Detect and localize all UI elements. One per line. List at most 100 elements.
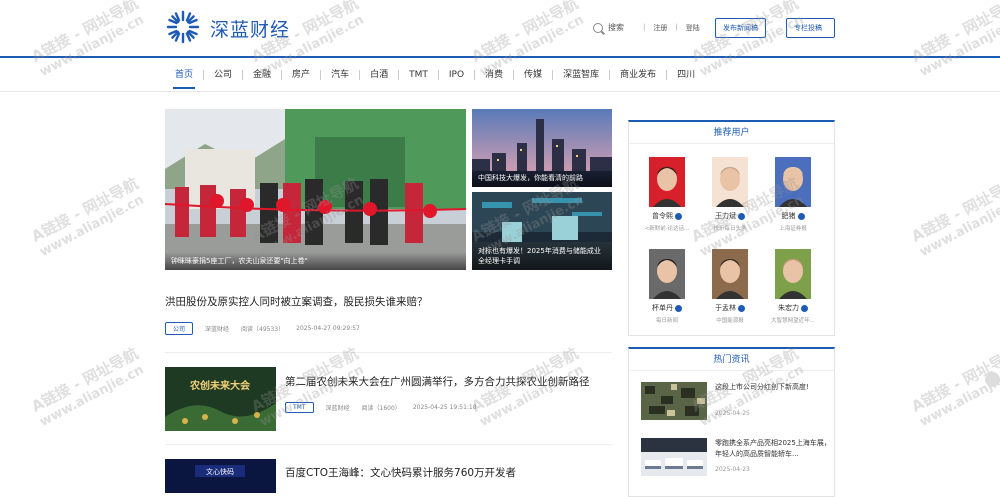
user-name-text: 于孟林 bbox=[715, 304, 736, 312]
nav-item[interactable]: 传媒 bbox=[514, 58, 552, 92]
article-source: 深蓝财经 bbox=[205, 326, 230, 333]
nav-item[interactable]: 公司 bbox=[204, 58, 242, 92]
verified-badge-icon bbox=[738, 304, 745, 312]
main-nav: 首页 公司 金融 房产 汽车 白酒 TMT IPO 消费 传媒 深蓝智库 商业发布 四川 bbox=[0, 56, 1000, 92]
avatar bbox=[775, 157, 811, 207]
article-title[interactable]: 百度CTO王海峰：文心快码累计服务760万开发者 bbox=[285, 465, 516, 480]
nav-item[interactable]: TMT bbox=[399, 58, 438, 92]
hero-side-caption-2: 对标也有爆发！2025年消费与储能成业全经理卡手调 bbox=[472, 242, 612, 270]
nav-item[interactable]: 汽车 bbox=[321, 58, 359, 92]
user-name: 肥猪 bbox=[763, 211, 823, 221]
article-date: 2025-04-27 09:29:57 bbox=[296, 325, 360, 332]
article-source: 深蓝财经 bbox=[325, 405, 350, 412]
verified-badge-icon bbox=[801, 304, 808, 312]
avatar bbox=[712, 249, 748, 299]
login-link[interactable]: 登陆 bbox=[686, 23, 700, 33]
recommended-user[interactable]: 朱宏力大智慧网望近年... bbox=[763, 249, 823, 324]
article-meta: 公司 深蓝财经 阅读（49533） 2025-04-27 09:29:57 bbox=[165, 322, 360, 335]
search-label: 搜索 bbox=[608, 23, 624, 32]
user-name-text: 曾令熙 bbox=[652, 212, 673, 220]
recommended-user[interactable]: 王力斌 快乐每日头条 bbox=[700, 157, 760, 232]
watermark-line: www.alianjie.cn bbox=[37, 192, 147, 260]
thumbnail-text: 农创未来大会 bbox=[189, 379, 250, 392]
user-name-text: 王力斌 bbox=[715, 212, 736, 220]
recommended-user[interactable]: 杯单丹 每日新闻 bbox=[637, 249, 697, 324]
user-organization: 快乐每日头条 bbox=[713, 226, 747, 232]
nav-item[interactable]: 金融 bbox=[243, 58, 281, 92]
avatar bbox=[775, 249, 811, 299]
user-organization: 中国能源报 bbox=[716, 318, 744, 324]
recommended-user[interactable]: 曾令熙 <新财前·论达话... bbox=[637, 157, 697, 232]
nav-item[interactable]: 房产 bbox=[282, 58, 320, 92]
user-name: 王力斌 bbox=[700, 211, 760, 221]
search-icon bbox=[593, 22, 603, 33]
avatar bbox=[712, 157, 748, 207]
article-date: 2025-04-25 19:51:18 bbox=[412, 404, 477, 411]
hot-news-item[interactable]: 零跑携全系产品亮相2025上海车展，年轻人的高品质智能轿车... 2025-04… bbox=[641, 438, 831, 478]
article-tag[interactable]: 公司 bbox=[165, 322, 194, 335]
watermark-line: www.alianjie.cn bbox=[37, 362, 147, 430]
auth-links: | 注册 | 登陆 bbox=[643, 23, 700, 33]
search-link[interactable]: 搜索 bbox=[593, 22, 624, 33]
article-thumbnail[interactable]: 农创未来大会 bbox=[165, 367, 276, 431]
hero-main-image bbox=[165, 109, 466, 270]
nav-item[interactable]: 商业发布 bbox=[610, 58, 666, 92]
separator: | bbox=[675, 23, 678, 31]
hero-side-story-1[interactable]: 中国科技大爆发，你能看清的前路 bbox=[472, 109, 612, 187]
article-thumbnail-image: 文心快码 bbox=[165, 459, 276, 493]
watermark-line: www.alianjie.cn bbox=[917, 362, 1000, 430]
register-link[interactable]: 注册 bbox=[653, 23, 667, 33]
hot-news-item[interactable]: 这段上市公司分红创下新高度! 2025-04-25 bbox=[641, 382, 831, 422]
watermark-line: www.alianjie.cn bbox=[917, 192, 1000, 260]
hot-news-title: 这段上市公司分红创下新高度! bbox=[715, 383, 809, 391]
hero-side-story-2[interactable]: 对标也有爆发！2025年消费与储能成业全经理卡手调 bbox=[472, 192, 612, 270]
publish-press-release-button[interactable]: 发布新闻稿 bbox=[715, 18, 766, 38]
hot-news-date: 2025-04-23 bbox=[715, 466, 750, 473]
recommended-users-panel: 推荐用户 曾令熙 <新财前·论达话... 王力斌 快乐每日头条 肥猪 上海证券报 杯单丹 每日… bbox=[628, 120, 835, 336]
article-tag[interactable]: TMT bbox=[285, 402, 314, 413]
nav-item[interactable]: 四川 bbox=[667, 58, 705, 92]
watermark-line: A链接 - 网址导航 bbox=[908, 174, 1000, 246]
nav-item[interactable]: IPO bbox=[439, 58, 474, 92]
article-thumbnail[interactable]: 文心快码 bbox=[165, 459, 276, 493]
watermark-line: A链接 - 网址导航 bbox=[28, 344, 142, 416]
hero-main-caption: 钟眯眯豪捐5座工厂，农夫山泉还要"向上卷" bbox=[165, 252, 466, 270]
hot-news-thumbnail bbox=[641, 438, 707, 476]
avatar bbox=[649, 249, 685, 299]
nav-item[interactable]: 消费 bbox=[475, 58, 513, 92]
thumbnail-text: 文心快码 bbox=[206, 467, 234, 476]
watermark: A链接 - 网址导航 www.alianjie.cn bbox=[28, 344, 149, 431]
article-reads: 阅读（49533） bbox=[241, 326, 285, 333]
user-name: 杯单丹 bbox=[637, 303, 697, 313]
brand-name: 深蓝财经 bbox=[210, 19, 291, 41]
article-title[interactable]: 洪田股份及原实控人同时被立案调查，股民损失谁来赔？ bbox=[165, 294, 428, 309]
separator: | bbox=[643, 23, 646, 31]
scroll-arrow-icon[interactable] bbox=[985, 372, 1000, 387]
hot-news-thumbnail bbox=[641, 382, 707, 420]
nav-item[interactable]: 深蓝智库 bbox=[553, 58, 609, 92]
verified-badge-icon bbox=[675, 304, 682, 312]
user-organization: <新财前·论达话... bbox=[644, 226, 690, 232]
article-meta: TMT 深蓝财经 阅读（1600） 2025-04-25 19:51:18 bbox=[285, 402, 477, 413]
user-organization: 大智慧网望近年... bbox=[771, 318, 815, 324]
nav-item[interactable]: 白酒 bbox=[360, 58, 398, 92]
avatar bbox=[649, 157, 685, 207]
verified-badge-icon bbox=[675, 212, 682, 220]
hero-main-story[interactable]: 钟眯眯豪捐5座工厂，农夫山泉还要"向上卷" bbox=[165, 109, 466, 270]
verified-badge-icon bbox=[738, 212, 745, 220]
divider bbox=[165, 444, 612, 445]
nav-items: 首页 公司 金融 房产 汽车 白酒 TMT IPO 消费 传媒 深蓝智库 商业发布 四川 bbox=[165, 58, 705, 92]
article-title[interactable]: 第二届农创未来大会在广州圆满举行，多方合力共探农业创新路径 bbox=[285, 374, 590, 389]
hot-news-date: 2025-04-25 bbox=[715, 410, 750, 417]
site-logo[interactable]: 深蓝财经 bbox=[165, 7, 295, 47]
contribute-column-button[interactable]: 专栏投稿 bbox=[786, 18, 835, 38]
recommended-user[interactable]: 于孟林 中国能源报 bbox=[700, 249, 760, 324]
user-name: 曾令熙 bbox=[637, 211, 697, 221]
user-name-text: 朱宏力 bbox=[778, 304, 799, 312]
panel-title: 热门资讯 bbox=[629, 349, 834, 371]
nav-item[interactable]: 首页 bbox=[165, 58, 203, 92]
article-thumbnail-image: 农创未来大会 bbox=[165, 367, 276, 431]
user-name: 于孟林 bbox=[700, 303, 760, 313]
divider bbox=[165, 352, 612, 353]
recommended-user[interactable]: 肥猪 上海证券报 bbox=[763, 157, 823, 232]
